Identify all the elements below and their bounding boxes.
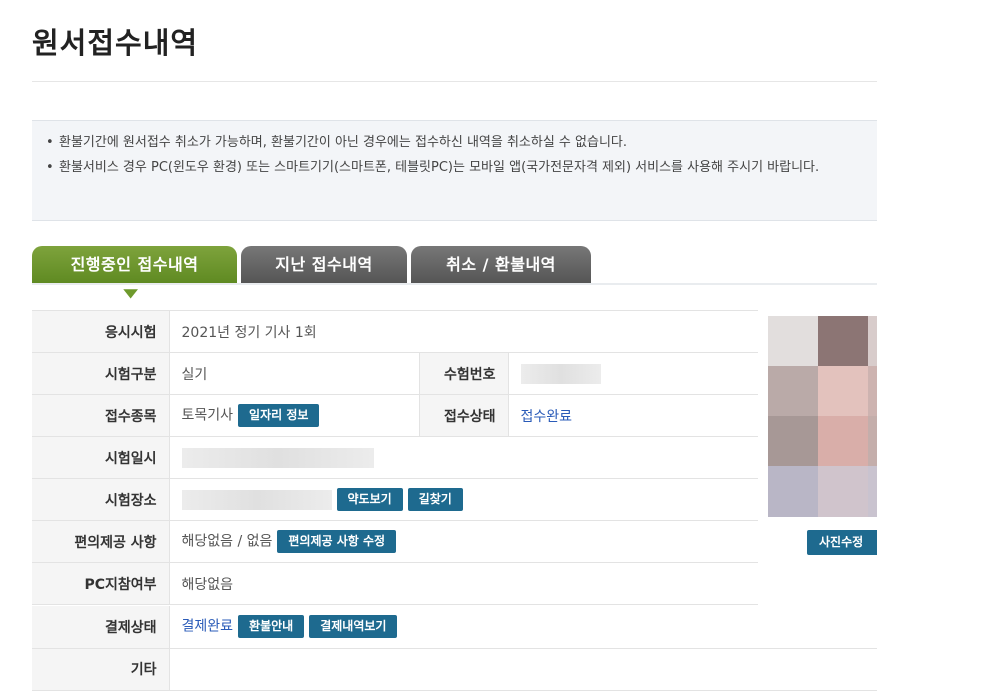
photo-tile: [868, 466, 877, 517]
field-label: 접수종목: [32, 394, 170, 437]
table-row: 접수종목 토목기사 일자리 정보 접수상태 접수완료: [32, 394, 759, 437]
payment-value: 결제완료: [181, 618, 234, 635]
photo-tile: [818, 366, 868, 416]
pc-label: PC지참여부: [32, 562, 170, 605]
notice-text: 환불기간에 원서접수 취소가 가능하며, 환불기간이 아닌 경우에는 접수하신 …: [59, 135, 628, 150]
table-row: 응시시험 2021년 정기 기사 1회: [32, 310, 759, 353]
status-cell: 접수완료: [508, 394, 759, 437]
table-row: 시험구분 실기 수험번호: [32, 352, 759, 395]
payment-cell: 결제완료 환불안내 결제내역보기: [169, 606, 877, 649]
place-cell: 약도보기 길찾기: [169, 478, 759, 521]
application-detail-table-lower: 결제상태 결제완료 환불안내 결제내역보기 기타: [32, 606, 877, 691]
edit-accommodation-button[interactable]: 편의제공 사항 수정: [277, 530, 397, 553]
photo-tile: [818, 416, 868, 466]
bullet-icon: •: [46, 160, 54, 175]
accommodation-value: 해당없음 / 없음: [181, 533, 273, 550]
notice-item: • 환불기간에 원서접수 취소가 가능하며, 환불기간이 아닌 경우에는 접수하신…: [46, 132, 846, 154]
place-label: 시험장소: [32, 478, 170, 521]
pc-value: 해당없음: [169, 562, 759, 605]
photo-tile: [768, 316, 818, 366]
date-value: [169, 436, 759, 479]
table-row: 편의제공 사항 해당없음 / 없음 편의제공 사항 수정: [32, 520, 759, 563]
payment-history-button[interactable]: 결제내역보기: [309, 615, 398, 639]
tab-cancel-refund[interactable]: 취소 / 환불내역: [411, 246, 591, 283]
etc-label: 기타: [32, 648, 170, 691]
bullet-icon: •: [46, 135, 54, 150]
page-title: 원서접수내역: [32, 26, 199, 60]
applicant-photo: [768, 316, 877, 517]
redacted-exam-place: [181, 489, 332, 510]
photo-tile: [868, 316, 877, 366]
photo-edit-button[interactable]: 사진수정: [807, 530, 877, 555]
table-row: PC지참여부 해당없음: [32, 562, 759, 605]
job-info-button[interactable]: 일자리 정보: [238, 404, 320, 427]
chevron-down-icon: ▼: [123, 286, 139, 300]
photo-tile: [868, 416, 877, 466]
table-row: 시험일시: [32, 436, 759, 479]
accommodation-cell: 해당없음 / 없음 편의제공 사항 수정: [169, 520, 759, 563]
notice-text: 환불서비스 경우 PC(윈도우 환경) 또는 스마트기기(스마트폰, 테블릿PC…: [59, 160, 820, 175]
field-cell: 토목기사 일자리 정보: [169, 394, 420, 437]
map-view-button[interactable]: 약도보기: [336, 488, 403, 511]
redacted-exam-date: [181, 447, 374, 468]
status-label: 접수상태: [419, 394, 509, 437]
photo-tile: [768, 416, 818, 466]
table-row: 결제상태 결제완료 환불안내 결제내역보기: [32, 606, 877, 649]
directions-button[interactable]: 길찾기: [407, 488, 463, 511]
table-row: 기타: [32, 648, 877, 691]
tab-baseline: [32, 283, 877, 285]
refund-info-button[interactable]: 환불안내: [238, 615, 305, 639]
payment-label: 결제상태: [32, 606, 170, 649]
table-row: 시험장소 약도보기 길찾기: [32, 478, 759, 521]
exam-value: 2021년 정기 기사 1회: [169, 310, 759, 353]
accommodation-label: 편의제공 사항: [32, 520, 170, 563]
exam-number-label: 수험번호: [419, 352, 509, 395]
field-value: 토목기사: [181, 407, 234, 424]
category-label: 시험구분: [32, 352, 170, 395]
exam-label: 응시시험: [32, 310, 170, 353]
etc-value: [169, 648, 877, 691]
photo-tile: [818, 316, 868, 366]
exam-number-value: [508, 352, 759, 395]
tab-past[interactable]: 지난 접수내역: [241, 246, 407, 283]
status-value: 접수완료: [520, 408, 573, 425]
notice-item: • 환불서비스 경우 PC(윈도우 환경) 또는 스마트기기(스마트폰, 테블릿P…: [46, 157, 846, 179]
photo-tile: [818, 466, 868, 517]
photo-tile: [868, 366, 877, 416]
tab-bar: 진행중인 접수내역 지난 접수내역 취소 / 환불내역: [32, 246, 877, 285]
date-label: 시험일시: [32, 436, 170, 479]
notice-box: • 환불기간에 원서접수 취소가 가능하며, 환불기간이 아닌 경우에는 접수하신…: [32, 120, 877, 221]
application-detail-table: 응시시험 2021년 정기 기사 1회 시험구분 실기 수험번호 접수종목 토목…: [32, 310, 759, 605]
title-divider: [32, 81, 877, 82]
category-value: 실기: [169, 352, 420, 395]
photo-tile: [768, 466, 818, 517]
photo-tile: [768, 366, 818, 416]
redacted-exam-number: [520, 363, 601, 384]
tab-in-progress[interactable]: 진행중인 접수내역: [32, 246, 237, 283]
